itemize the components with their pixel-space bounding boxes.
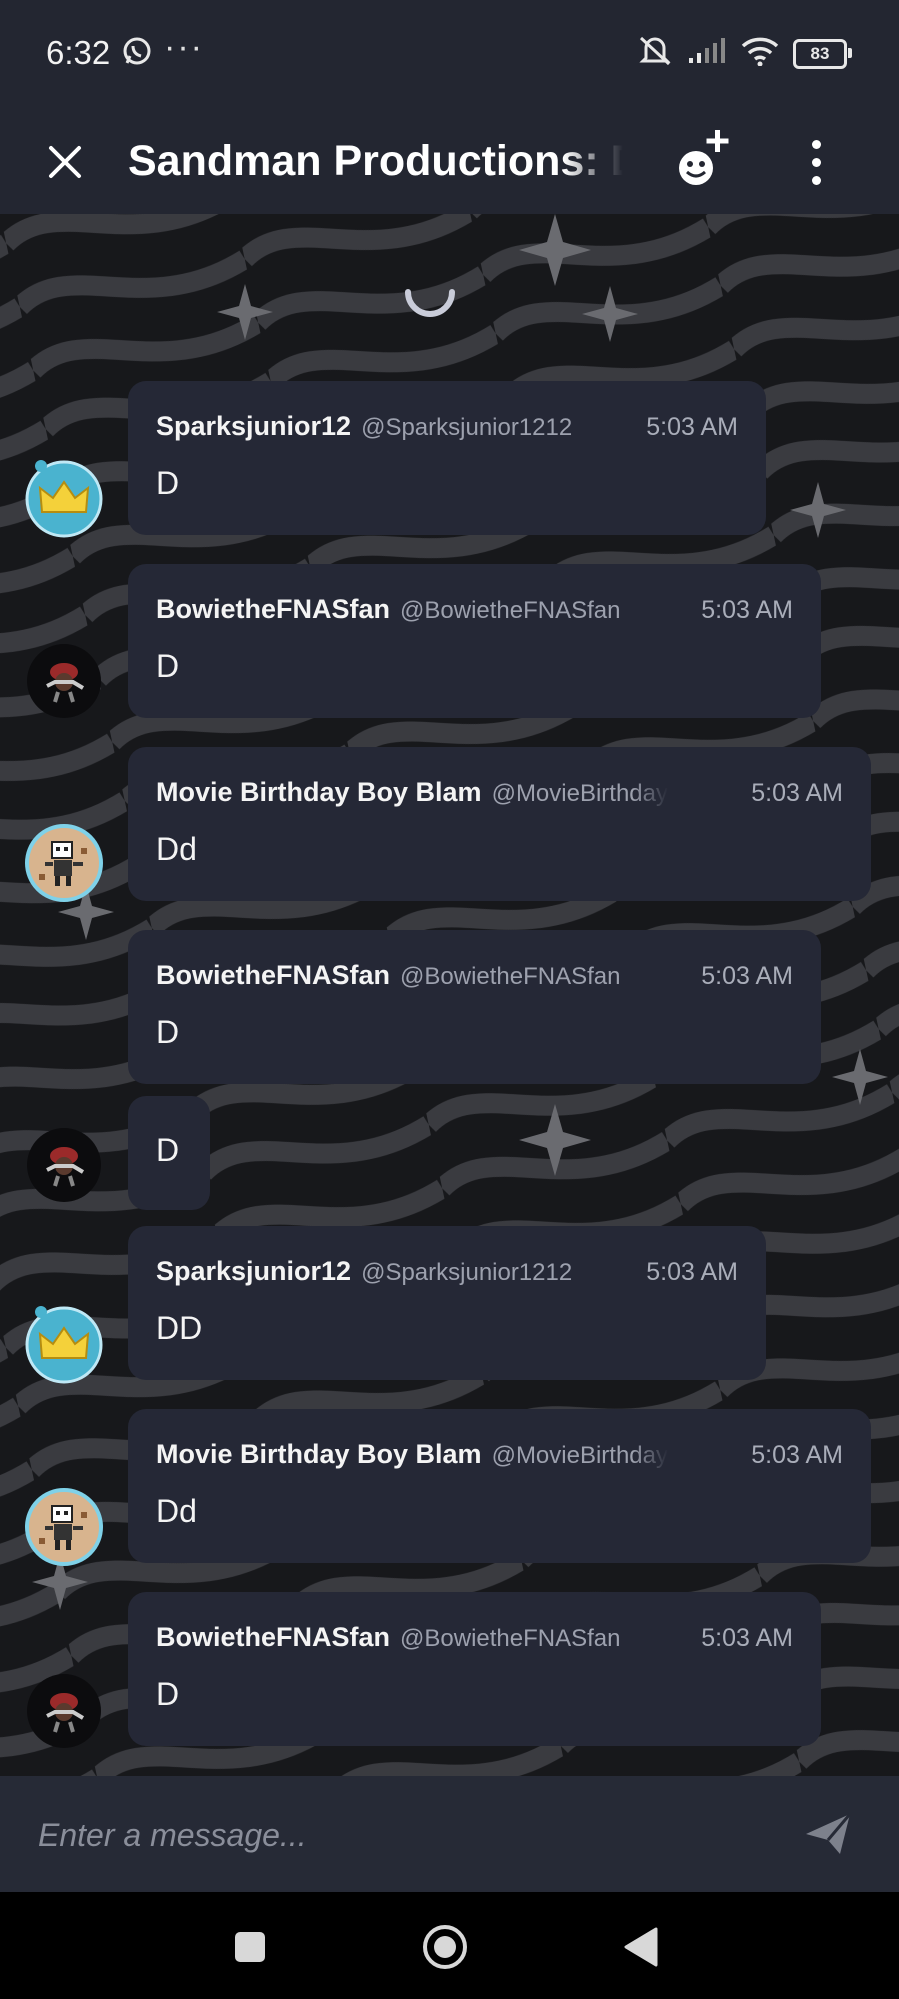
pixel-character-icon	[25, 824, 103, 902]
loading-spinner	[405, 289, 455, 317]
pixel-avatar[interactable]	[25, 824, 103, 902]
message-input[interactable]	[36, 1804, 760, 1866]
message-username[interactable]: BowietheFNASfan	[156, 960, 390, 991]
chat-title[interactable]: Sandman Productions: D	[128, 126, 623, 196]
message-bubble[interactable]: BowietheFNASfan @BowietheFNASfan 5:03 AM…	[128, 1592, 821, 1746]
back-button[interactable]	[613, 1920, 667, 1974]
send-button[interactable]	[800, 1806, 856, 1862]
character-avatar[interactable]	[25, 1126, 103, 1204]
message-time: 5:03 AM	[701, 596, 793, 624]
home-circle-icon	[423, 1925, 467, 1969]
crown-avatar[interactable]	[25, 460, 103, 538]
message-username[interactable]: BowietheFNASfan	[156, 594, 390, 625]
add-member-icon	[679, 130, 729, 185]
more-dots-icon: ···	[164, 28, 204, 66]
message-bubble[interactable]: BowietheFNASfan @BowietheFNASfan 5:03 AM…	[128, 930, 821, 1084]
message-username[interactable]: Sparksjunior12	[156, 1256, 351, 1287]
character-avatar[interactable]	[25, 642, 103, 720]
message-bubble[interactable]: Movie Birthday Boy Blam @MovieBirthday 5…	[128, 1409, 871, 1563]
mute-icon	[637, 34, 673, 73]
message-time: 5:03 AM	[701, 962, 793, 990]
message-handle: @Sparksjunior1212	[361, 414, 573, 441]
message-composer	[0, 1776, 899, 1892]
pixel-avatar[interactable]	[25, 1488, 103, 1566]
recents-square-icon	[235, 1932, 265, 1962]
message-username[interactable]: Movie Birthday Boy Blam	[156, 777, 482, 808]
send-icon	[806, 1813, 852, 1854]
message-handle: @BowietheFNASfan	[400, 963, 621, 990]
character-icon	[27, 644, 101, 718]
close-icon	[49, 146, 81, 178]
signal-icon	[687, 38, 727, 69]
status-bar: 6:32 ··· 83	[0, 0, 899, 110]
message-time: 5:03 AM	[701, 1624, 793, 1652]
message-handle: @Sparksjunior1212	[361, 1259, 573, 1286]
message-bubble[interactable]: BowietheFNASfan @BowietheFNASfan 5:03 AM…	[128, 564, 821, 718]
message-handle: @MovieBirthday	[491, 1442, 669, 1469]
crown-icon	[25, 1306, 103, 1384]
message-handle: @MovieBirthday	[491, 780, 669, 807]
battery-icon: 83	[793, 38, 852, 69]
system-nav-bar	[0, 1892, 899, 1999]
message-username[interactable]: Movie Birthday Boy Blam	[156, 1439, 482, 1470]
message-time: 5:03 AM	[646, 1258, 738, 1286]
message-bubble[interactable]: Sparksjunior12 @Sparksjunior1212 5:03 AM…	[128, 381, 766, 535]
message-text: D	[156, 465, 180, 501]
message-text: Dd	[156, 831, 197, 867]
message-bubble[interactable]: D	[128, 1096, 210, 1210]
back-triangle-icon	[624, 1927, 658, 1967]
message-text: DD	[156, 1310, 203, 1346]
vertical-dots-icon	[811, 139, 821, 149]
message-text: D	[156, 648, 180, 684]
crown-icon	[25, 460, 103, 538]
pixel-character-icon	[25, 1488, 103, 1566]
character-icon	[27, 1128, 101, 1202]
more-options-button[interactable]	[796, 130, 836, 194]
message-text: Dd	[156, 1493, 197, 1529]
wifi-icon	[741, 36, 779, 71]
whatsapp-icon	[122, 36, 152, 71]
character-icon	[27, 1674, 101, 1748]
message-list[interactable]: Sparksjunior12 @Sparksjunior1212 5:03 AM…	[0, 214, 899, 1776]
message-username[interactable]: Sparksjunior12	[156, 411, 351, 442]
close-button[interactable]	[40, 134, 90, 190]
message-bubble[interactable]: Movie Birthday Boy Blam @MovieBirthday 5…	[128, 747, 871, 901]
home-button[interactable]	[418, 1920, 472, 1974]
add-member-button[interactable]	[672, 124, 744, 196]
message-text: D	[156, 1132, 180, 1168]
message-handle: @BowietheFNASfan	[400, 597, 621, 624]
message-handle: @BowietheFNASfan	[400, 1625, 621, 1652]
message-time: 5:03 AM	[751, 779, 843, 807]
status-time: 6:32	[46, 34, 111, 71]
message-username[interactable]: BowietheFNASfan	[156, 1622, 390, 1653]
message-text: D	[156, 1014, 180, 1050]
crown-avatar[interactable]	[25, 1306, 103, 1384]
chat-header: Sandman Productions: D	[0, 110, 899, 214]
character-avatar[interactable]	[25, 1672, 103, 1750]
message-time: 5:03 AM	[751, 1441, 843, 1469]
message-text: D	[156, 1676, 180, 1712]
message-bubble[interactable]: Sparksjunior12 @Sparksjunior1212 5:03 AM…	[128, 1226, 766, 1380]
recents-button[interactable]	[223, 1920, 277, 1974]
message-time: 5:03 AM	[646, 413, 738, 441]
